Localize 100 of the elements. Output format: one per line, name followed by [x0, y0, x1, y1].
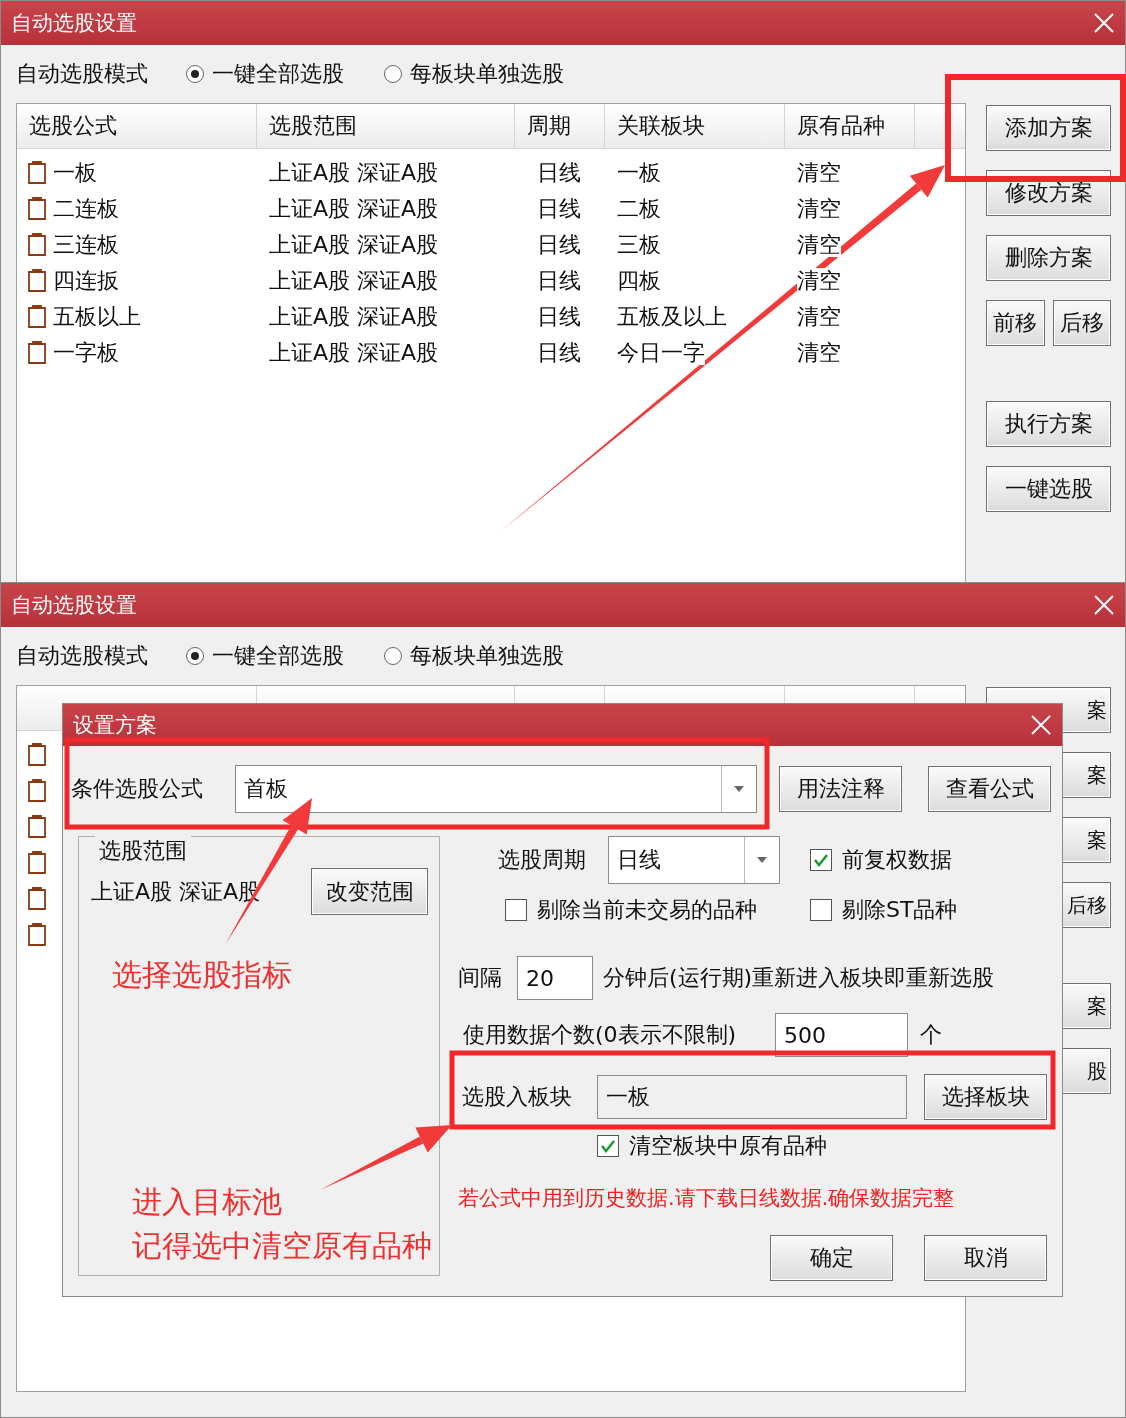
table-cell: 上证A股 深证A股 — [269, 160, 439, 185]
table-cell-text: 五板以上 — [53, 303, 141, 331]
table-cell: 清空 — [797, 196, 841, 221]
change-scope-button[interactable]: 改变范围 — [311, 868, 428, 915]
column-header[interactable]: 原有品种 — [797, 111, 885, 141]
table-cell: 二板 — [617, 196, 661, 221]
checkbox-box[interactable] — [505, 899, 527, 921]
document-icon — [27, 743, 47, 767]
table-cell: 清空 — [797, 268, 841, 293]
action-button[interactable]: 删除方案 — [986, 235, 1111, 281]
action-button[interactable]: 查看公式 — [928, 766, 1051, 812]
table-cell-text: 一字板 — [53, 339, 119, 367]
column-header[interactable]: 选股范围 — [269, 111, 357, 141]
table-cell: 日线 — [537, 304, 581, 329]
radio-button[interactable] — [186, 65, 204, 83]
callout-text: 选择选股指标 — [112, 956, 292, 994]
radio-button[interactable] — [384, 65, 402, 83]
table-cell: 日线 — [537, 196, 581, 221]
table-cell: 三板 — [617, 232, 661, 257]
action-button[interactable]: 添加方案 — [986, 105, 1111, 151]
document-icon — [27, 851, 47, 875]
target-field[interactable]: 一板 — [597, 1075, 907, 1119]
formula-dropdown[interactable]: 首板 — [235, 765, 757, 813]
table-cell: 一板 — [617, 160, 661, 185]
table-cell: 日线 — [537, 268, 581, 293]
column-header[interactable]: 选股公式 — [29, 111, 117, 141]
table-cell-text: 四连扳 — [53, 267, 119, 295]
radio-option[interactable]: 一键全部选股 — [186, 641, 344, 671]
callout-text: 进入目标池 — [132, 1183, 282, 1221]
action-button[interactable]: 一键选股 — [986, 466, 1111, 512]
close-icon[interactable] — [1093, 594, 1115, 616]
table-cell: 上证A股 深证A股 — [269, 196, 439, 221]
column-header[interactable]: 周期 — [527, 111, 571, 141]
formula-label: 条件选股公式 — [71, 775, 204, 803]
action-button[interactable]: 后移 — [1052, 300, 1111, 346]
checkbox[interactable]: 剔除当前未交易的品种 — [505, 895, 757, 925]
table-cell: 日线 — [537, 340, 581, 365]
mode-label: 自动选股模式 — [16, 60, 148, 88]
document-icon — [27, 269, 47, 293]
warning-text: 若公式中用到历史数据.请下载日线数据.确保数据完整 — [458, 1185, 955, 1212]
table-cell: 四板 — [617, 268, 661, 293]
table-cell: 清空 — [797, 340, 841, 365]
table-cell-text: 三连板 — [53, 231, 119, 259]
document-icon — [27, 923, 47, 947]
document-icon — [27, 779, 47, 803]
table-cell: 上证A股 深证A股 — [269, 304, 439, 329]
data-count-label: 使用数据个数(0表示不限制) — [463, 1021, 738, 1049]
dialog-button[interactable]: 确定 — [770, 1235, 893, 1281]
callout-text: 记得选中清空原有品种 — [132, 1227, 432, 1265]
dialog-button[interactable]: 取消 — [924, 1235, 1047, 1281]
document-icon — [27, 197, 47, 221]
radio-option[interactable]: 每板块单独选股 — [384, 641, 564, 671]
table-cell: 清空 — [797, 232, 841, 257]
table-cell: 上证A股 深证A股 — [269, 340, 439, 365]
table-cell: 日线 — [537, 160, 581, 185]
checkbox[interactable]: 清空板块中原有品种 — [597, 1131, 827, 1161]
table-cell: 今日一字 — [617, 340, 705, 365]
radio-option[interactable]: 每板块单独选股 — [384, 59, 564, 89]
table-cell-text: 二连板 — [53, 195, 119, 223]
period-label: 选股周期 — [498, 846, 587, 874]
document-icon — [27, 815, 47, 839]
dropdown-arrow-icon[interactable] — [733, 785, 745, 793]
table-cell: 上证A股 深证A股 — [269, 268, 439, 293]
document-icon — [27, 887, 47, 911]
target-label: 选股入板块 — [462, 1083, 573, 1111]
document-icon — [27, 305, 47, 329]
interval-input[interactable]: 20 — [517, 956, 593, 1000]
close-icon[interactable] — [1030, 714, 1052, 736]
window-title: 自动选股设置 — [11, 592, 137, 619]
document-icon — [27, 341, 47, 365]
checkbox-box[interactable] — [810, 899, 832, 921]
interval-label: 间隔 — [458, 964, 503, 992]
column-header[interactable]: 关联板块 — [617, 111, 705, 141]
document-icon — [27, 161, 47, 185]
close-icon[interactable] — [1093, 12, 1115, 34]
checkbox[interactable]: 剔除ST品种 — [810, 895, 958, 925]
period-dropdown[interactable]: 日线 — [608, 836, 780, 884]
radio-option[interactable]: 一键全部选股 — [186, 59, 344, 89]
table-cell: 清空 — [797, 304, 841, 329]
select-board-button[interactable]: 选择板块 — [924, 1074, 1047, 1120]
document-icon — [27, 233, 47, 257]
checkbox-box[interactable] — [810, 849, 832, 871]
window-title: 自动选股设置 — [11, 10, 137, 37]
dropdown-arrow-icon[interactable] — [756, 856, 768, 864]
radio-button[interactable] — [186, 647, 204, 665]
mode-label: 自动选股模式 — [16, 642, 148, 670]
radio-button[interactable] — [384, 647, 402, 665]
table-cell: 五板及以上 — [617, 304, 727, 329]
table-cell-text: 一板 — [53, 159, 97, 187]
action-button[interactable]: 执行方案 — [986, 401, 1111, 447]
checkbox-box[interactable] — [597, 1135, 619, 1157]
table-cell: 上证A股 深证A股 — [269, 232, 439, 257]
table-cell: 清空 — [797, 160, 841, 185]
checkbox[interactable]: 前复权数据 — [810, 845, 952, 875]
interval-text: 分钟后(运行期)重新进入板块即重新选股 — [603, 964, 995, 992]
action-button[interactable]: 前移 — [986, 300, 1045, 346]
action-button[interactable]: 用法注释 — [779, 766, 902, 812]
dialog-title: 设置方案 — [73, 712, 157, 739]
table-cell: 日线 — [537, 232, 581, 257]
unit-text: 个 — [920, 1021, 942, 1049]
